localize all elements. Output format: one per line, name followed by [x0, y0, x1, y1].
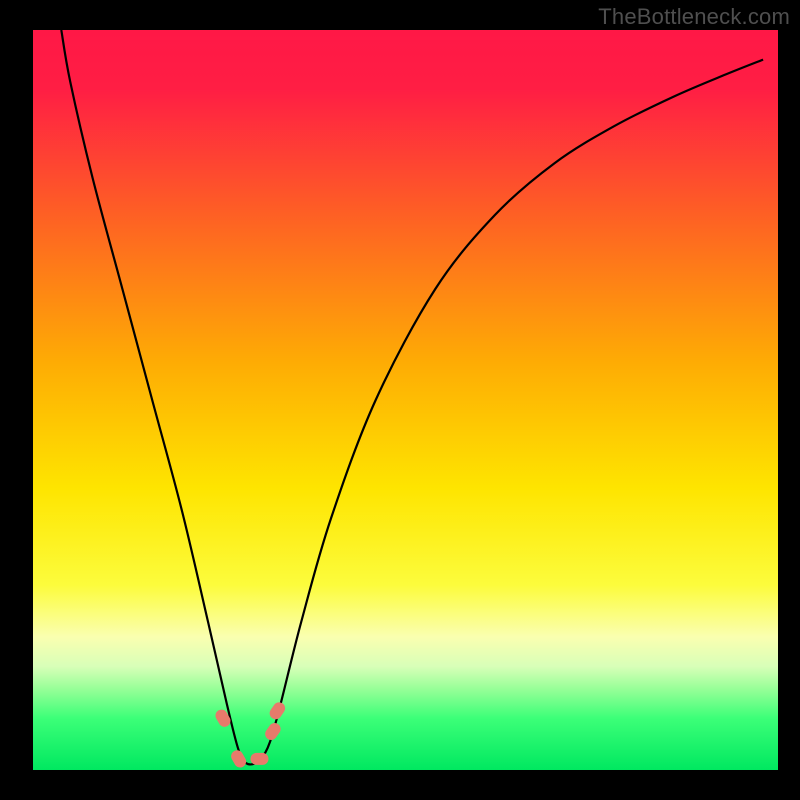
watermark-text: TheBottleneck.com: [598, 4, 790, 30]
bottleneck-chart: [0, 0, 800, 800]
chart-frame: TheBottleneck.com: [0, 0, 800, 800]
data-marker: [250, 753, 268, 765]
plot-gradient-bg: [33, 30, 778, 770]
